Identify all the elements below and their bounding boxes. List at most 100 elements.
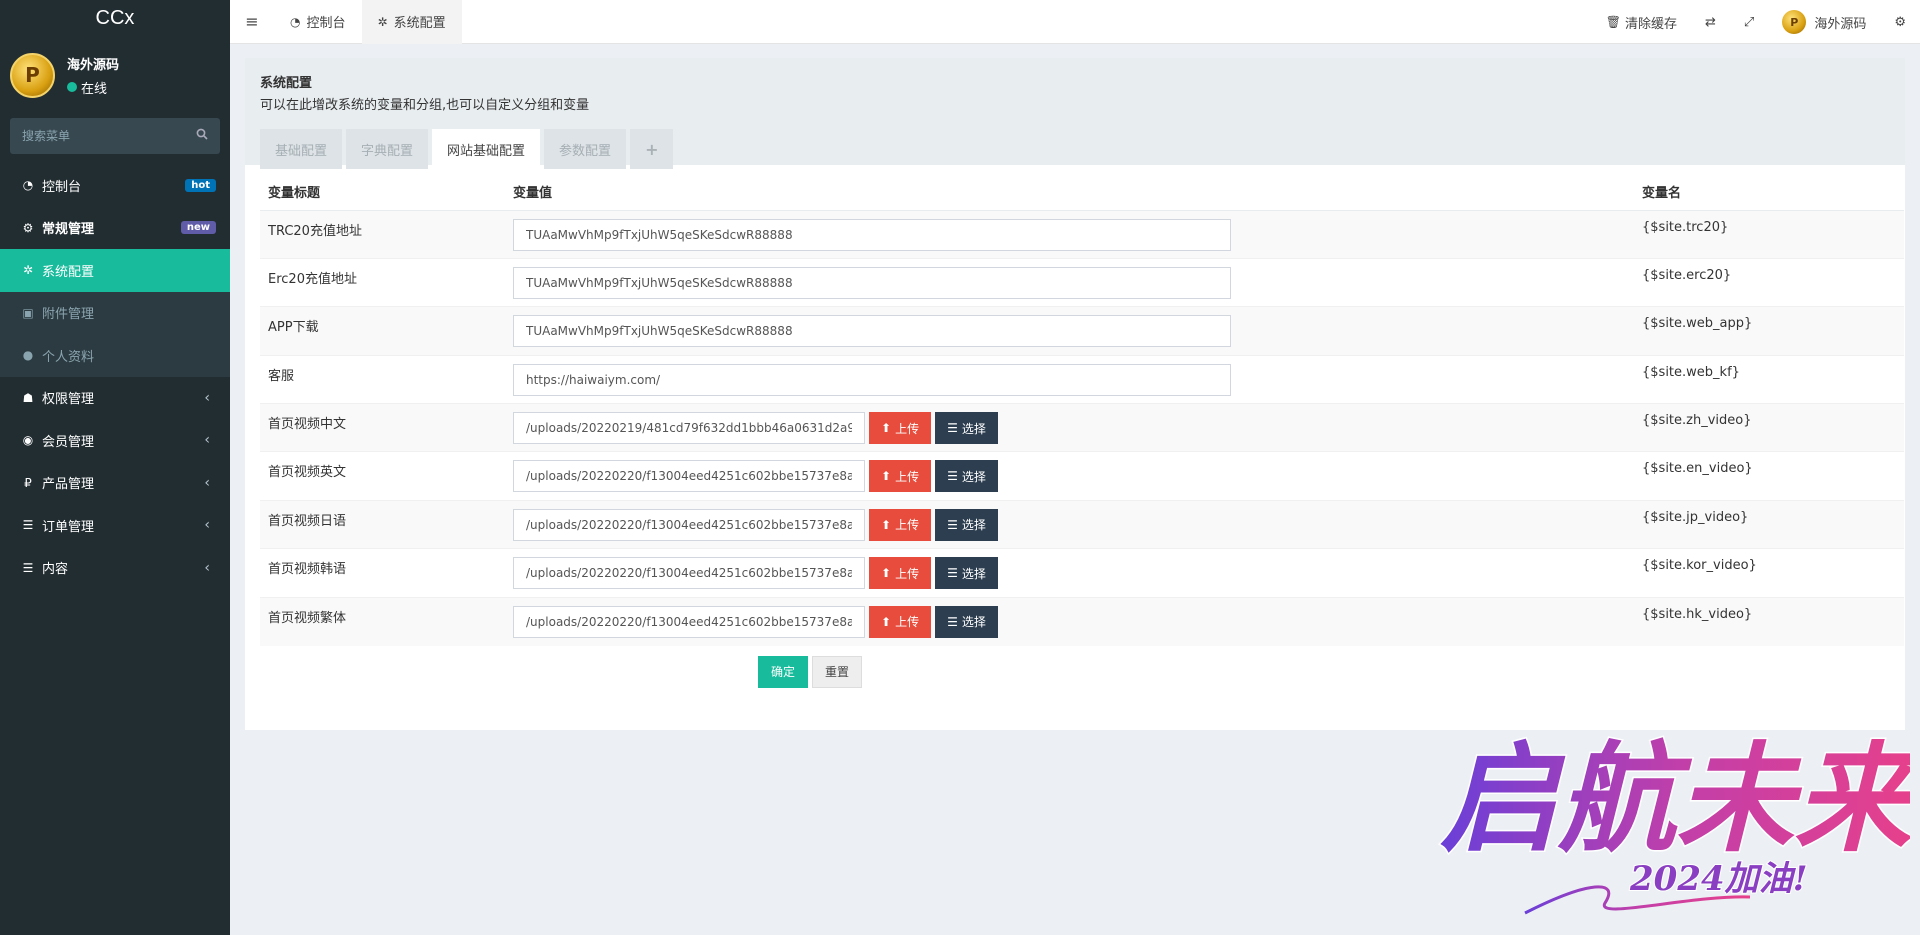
sidebar-item-label: 常规管理 bbox=[42, 222, 95, 238]
upload-icon: ⬆ bbox=[881, 614, 892, 629]
app-logo[interactable]: CCx bbox=[0, 0, 230, 36]
tab-dictionary-config[interactable]: 字典配置 bbox=[346, 129, 429, 169]
variable-value-cell: ⬆上传☰选择 bbox=[505, 451, 1634, 501]
tab-site-basic-config[interactable]: 网站基础配置 bbox=[432, 129, 541, 169]
sidebar-item-permissions[interactable]: ☗ 权限管理 ‹ bbox=[0, 377, 230, 420]
variable-value-input[interactable] bbox=[513, 412, 865, 445]
upload-icon: ⬆ bbox=[881, 517, 892, 532]
value-field-group: ⬆上传☰选择 bbox=[513, 404, 1626, 445]
variable-name-cell: {$site.web_app} bbox=[1634, 306, 1904, 356]
user-status-text: 在线 bbox=[81, 81, 108, 97]
table-row: 首页视频日语⬆上传☰选择{$site.jp_video} bbox=[260, 499, 1904, 549]
fullscreen-button[interactable]: ⤢ bbox=[1730, 15, 1768, 30]
sidebar-menu: ◔ 控制台 hot ⚙ 常规管理 new ✲ 系统配置 ▣ 附件管理 ● 个人资… bbox=[0, 164, 230, 589]
variable-value-input[interactable] bbox=[513, 605, 865, 638]
sidebar-item-label: 系统配置 bbox=[42, 264, 95, 280]
choose-button[interactable]: ☰ 选择 bbox=[935, 460, 998, 493]
variable-value-input[interactable] bbox=[513, 315, 1231, 348]
variable-value-input[interactable] bbox=[513, 218, 1231, 251]
variable-title-cell: 客服 bbox=[260, 354, 505, 404]
search-icon[interactable] bbox=[196, 128, 208, 144]
tab-basic-config[interactable]: 基础配置 bbox=[260, 129, 343, 169]
gear-icon: ✲ bbox=[22, 263, 34, 278]
avatar: P bbox=[1782, 10, 1807, 34]
upload-button[interactable]: ⬆ 上传 bbox=[869, 557, 932, 590]
file-image-icon: ▣ bbox=[22, 305, 34, 320]
choose-button[interactable]: ☰ 选择 bbox=[935, 557, 998, 590]
value-field-group: ⬆上传☰选择 bbox=[513, 452, 1626, 493]
sidebar-item-attachments[interactable]: ▣ 附件管理 bbox=[0, 291, 230, 334]
sidebar-toggle-icon[interactable]: ≡ bbox=[230, 12, 274, 31]
variable-value-input[interactable] bbox=[513, 460, 865, 493]
table-row: APP下载 {$site.web_app} bbox=[260, 306, 1904, 356]
upload-button[interactable]: ⬆ 上传 bbox=[869, 412, 932, 445]
header-value: 变量值 bbox=[505, 173, 1634, 211]
config-table: 变量标题 变量值 变量名 TRC20充值地址 {$site.trc20} Erc20… bbox=[260, 173, 1904, 646]
value-field-group: ⬆上传☰选择 bbox=[513, 501, 1626, 541]
variable-value-input[interactable] bbox=[513, 266, 1231, 299]
dashboard-icon: ◔ bbox=[290, 14, 301, 29]
sidebar-item-products[interactable]: ₽ 产品管理 ‹ bbox=[0, 462, 230, 505]
config-tabs: 基础配置 字典配置 网站基础配置 参数配置 + bbox=[260, 129, 1890, 169]
table-row: 客服 {$site.web_kf} bbox=[260, 354, 1904, 404]
variable-name-cell: {$site.zh_video} bbox=[1634, 403, 1904, 452]
tab-dashboard[interactable]: ◔ 控制台 bbox=[274, 0, 362, 44]
table-header-row: 变量标题 变量值 变量名 bbox=[260, 173, 1904, 211]
header-title: 变量标题 bbox=[260, 173, 505, 211]
table-row: 首页视频繁体⬆上传☰选择{$site.hk_video} bbox=[260, 596, 1904, 646]
choose-button[interactable]: ☰ 选择 bbox=[935, 508, 998, 541]
tab-param-config[interactable]: 参数配置 bbox=[544, 129, 627, 169]
menu-search-input[interactable] bbox=[22, 129, 182, 143]
upload-label: 上传 bbox=[895, 421, 920, 436]
settings-button[interactable]: ⚙ bbox=[1880, 15, 1920, 30]
table-row: 首页视频中文⬆上传☰选择{$site.zh_video} bbox=[260, 403, 1904, 452]
upload-button[interactable]: ⬆ 上传 bbox=[869, 605, 932, 638]
choose-button[interactable]: ☰ 选择 bbox=[935, 605, 998, 638]
sidebar-item-system-config[interactable]: ✲ 系统配置 bbox=[0, 249, 230, 292]
avatar-letter: P bbox=[25, 63, 40, 87]
variable-value-input[interactable] bbox=[513, 508, 865, 541]
variable-value-cell: ⬆上传☰选择 bbox=[505, 548, 1634, 598]
main-panel: 系统配置 可以在此增改系统的变量和分组,也可以自定义分组和变量 基础配置 字典配… bbox=[245, 58, 1905, 730]
group-icon: ☗ bbox=[22, 390, 34, 405]
user-menu[interactable]: P 海外源码 bbox=[1768, 10, 1880, 34]
choose-button[interactable]: ☰ 选择 bbox=[935, 412, 998, 445]
variable-name: {$site.erc20} bbox=[1642, 267, 1732, 283]
sidebar-item-dashboard[interactable]: ◔ 控制台 hot bbox=[0, 164, 230, 207]
upload-label: 上传 bbox=[895, 518, 920, 533]
user-status: 在线 bbox=[67, 78, 119, 97]
variable-value-input[interactable] bbox=[513, 557, 865, 590]
chevron-left-icon: ‹ bbox=[204, 474, 210, 491]
cogs-icon: ⚙ bbox=[22, 220, 34, 235]
sidebar-item-general[interactable]: ⚙ 常规管理 new bbox=[0, 207, 230, 250]
add-tab-button[interactable]: + bbox=[630, 129, 674, 169]
sidebar-item-label: 控制台 bbox=[42, 179, 82, 195]
variable-name: {$site.web_kf} bbox=[1642, 364, 1740, 380]
variable-value-input[interactable] bbox=[513, 363, 1231, 396]
variable-title: 首页视频中文 bbox=[268, 417, 347, 433]
sidebar: CCx P 海外源码 在线 ◔ 控制台 hot ⚙ 常规管理 new ✲ 系统配… bbox=[0, 0, 230, 935]
sidebar-item-content[interactable]: ☰ 内容 ‹ bbox=[0, 547, 230, 590]
watermark-swash bbox=[1524, 885, 1751, 915]
reset-button[interactable]: 重置 bbox=[812, 655, 862, 688]
sidebar-item-members[interactable]: ◉ 会员管理 ‹ bbox=[0, 419, 230, 462]
upload-button[interactable]: ⬆ 上传 bbox=[869, 508, 932, 541]
sidebar-item-profile[interactable]: ● 个人资料 bbox=[0, 334, 230, 377]
variable-name: {$site.en_video} bbox=[1642, 461, 1753, 477]
avatar: P bbox=[10, 52, 55, 98]
clear-cache-button[interactable]: 🗑 清除缓存 bbox=[1592, 13, 1691, 32]
variable-title-cell: 首页视频中文 bbox=[260, 403, 505, 452]
clear-cache-label: 清除缓存 bbox=[1625, 16, 1678, 32]
upload-button[interactable]: ⬆ 上传 bbox=[869, 460, 932, 493]
avatar-letter: P bbox=[1790, 15, 1799, 29]
variable-title-cell: 首页视频韩语 bbox=[260, 548, 505, 598]
variable-name-cell: {$site.jp_video} bbox=[1634, 499, 1904, 549]
variable-title: Erc20充值地址 bbox=[268, 271, 357, 287]
list-icon: ☰ bbox=[947, 614, 958, 629]
variable-value-cell: ⬆上传☰选择 bbox=[505, 596, 1634, 646]
submit-button[interactable]: 确定 bbox=[758, 655, 808, 688]
tab-system-config[interactable]: ✲ 系统配置 bbox=[361, 0, 462, 44]
sidebar-item-orders[interactable]: ☰ 订单管理 ‹ bbox=[0, 504, 230, 547]
list-icon: ☰ bbox=[22, 560, 34, 575]
language-button[interactable]: ⇄ bbox=[1691, 15, 1730, 30]
